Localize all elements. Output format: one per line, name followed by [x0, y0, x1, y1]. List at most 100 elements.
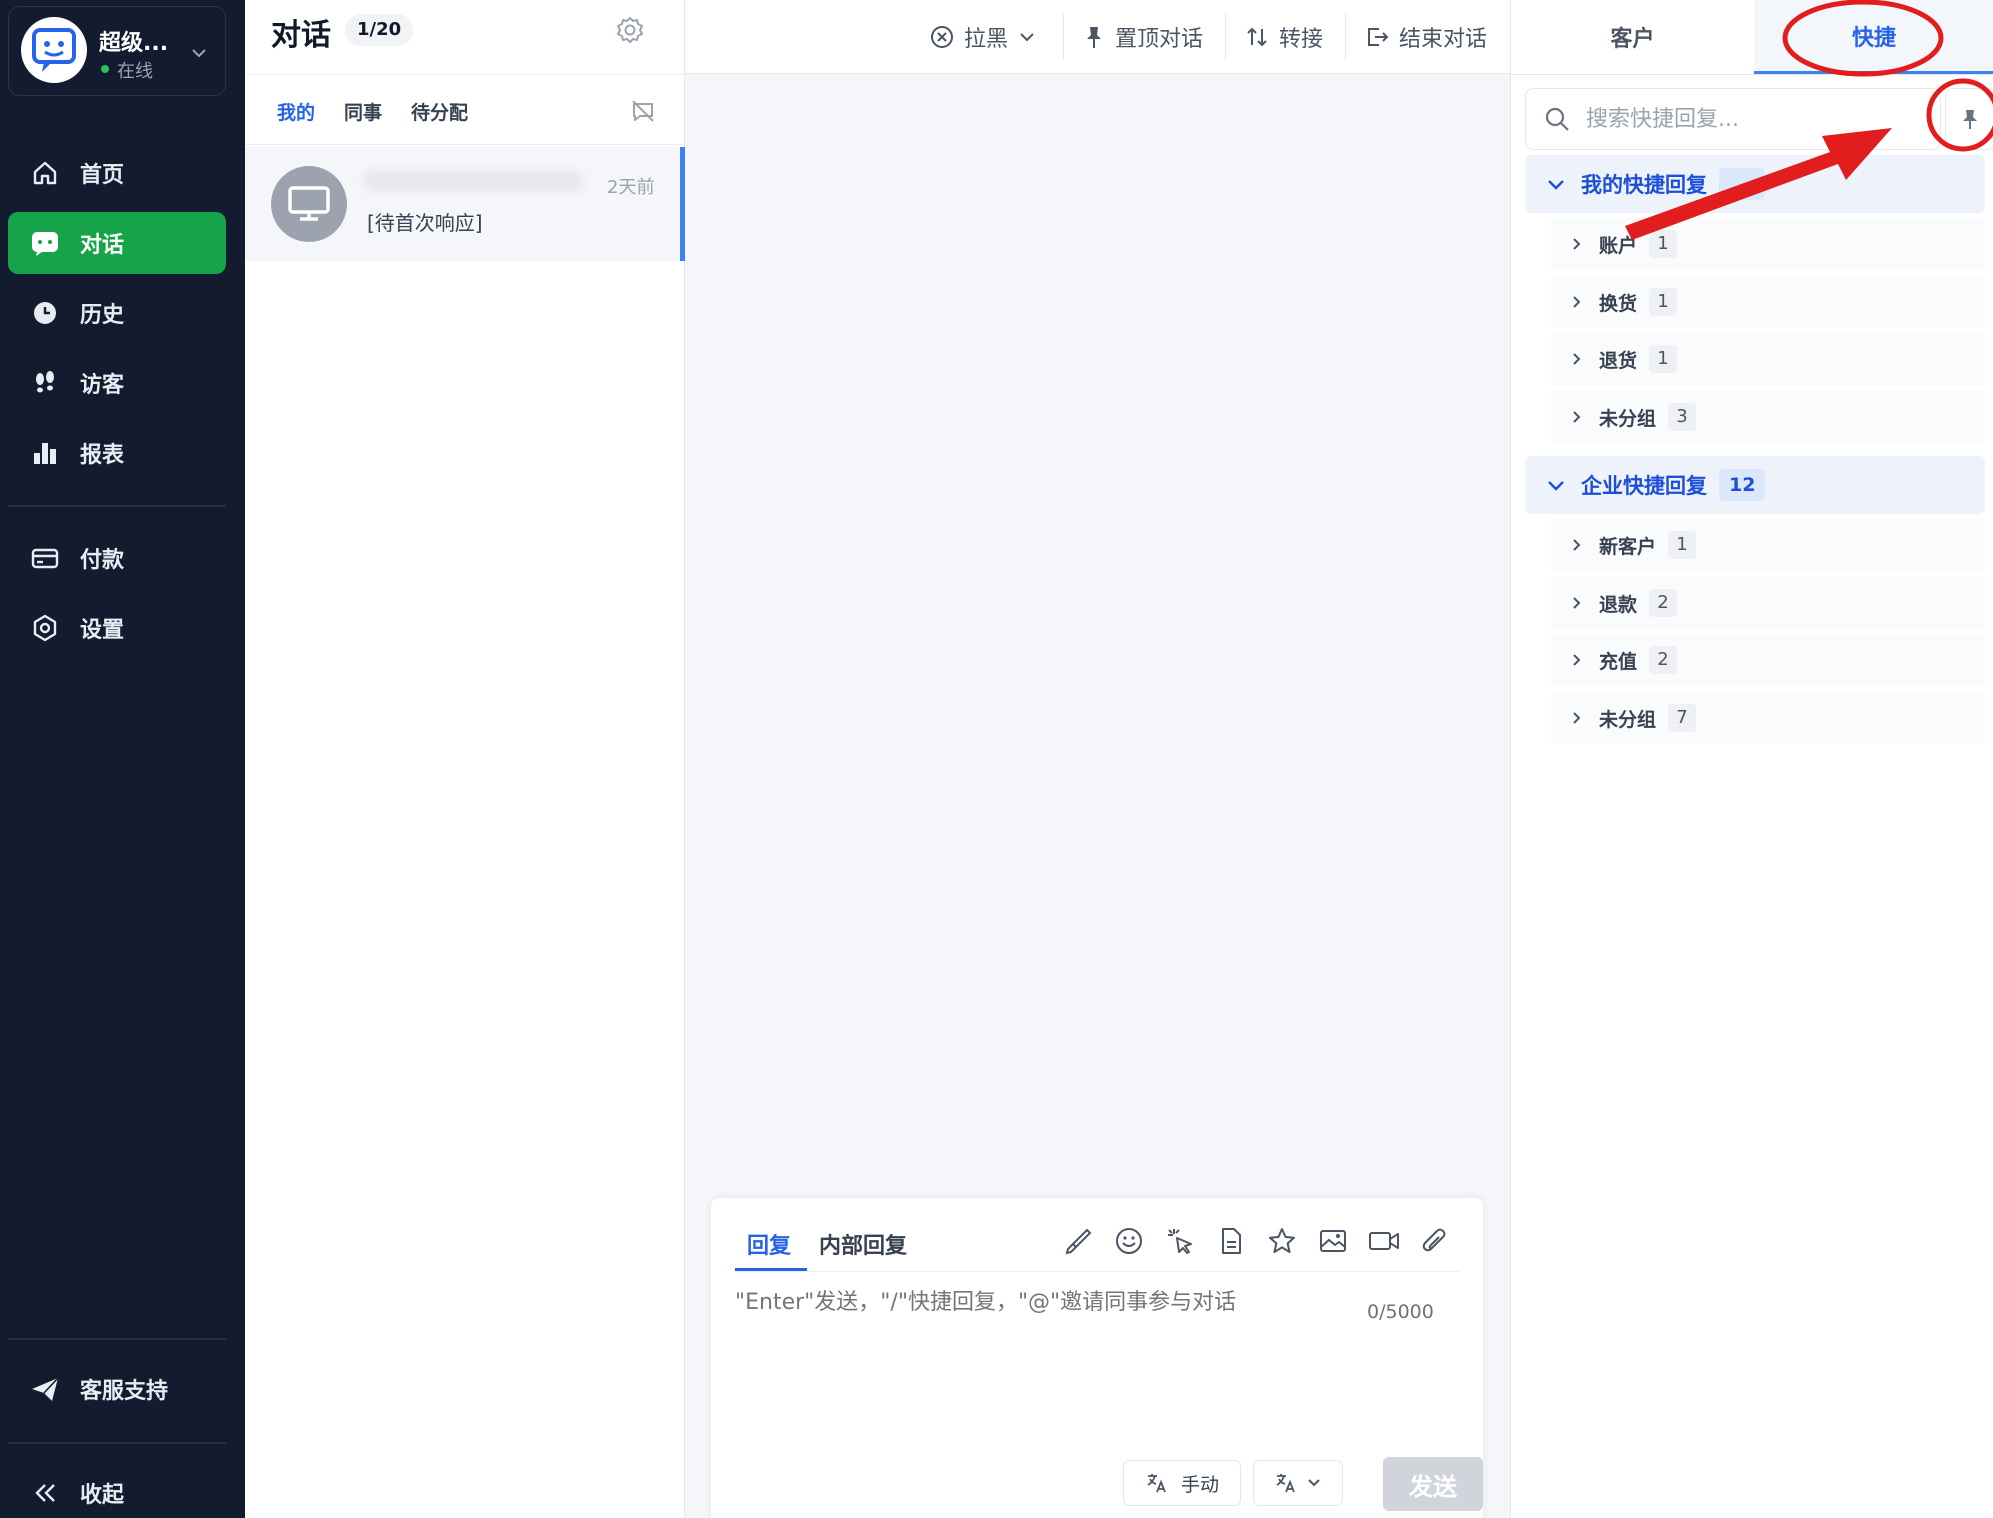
exit-icon — [1365, 25, 1389, 49]
chat-off-icon[interactable] — [630, 98, 656, 124]
nav-label: 对话 — [80, 233, 125, 258]
quick-reply-category[interactable]: 换货 1 — [1551, 276, 1985, 328]
tab-reply[interactable]: 回复 — [747, 1228, 791, 1260]
category-count: 1 — [1649, 230, 1678, 258]
nav-item-chat[interactable]: 对话 — [8, 212, 226, 274]
chevron-down-icon — [1308, 1479, 1320, 1487]
block-label: 拉黑 — [964, 27, 1009, 52]
nav-item-history[interactable]: 历史 — [8, 282, 226, 344]
settings-icon — [28, 611, 62, 645]
user-menu[interactable]: 超级... 在线 — [8, 6, 226, 96]
sidebar-divider — [8, 1338, 226, 1340]
pin-conversation-button[interactable]: 置顶对话 — [1083, 17, 1203, 57]
translate-language-select[interactable] — [1253, 1460, 1343, 1506]
category-label: 未分组 — [1599, 407, 1657, 430]
emoji-icon[interactable] — [1112, 1224, 1146, 1258]
conversation-list-item[interactable]: 2天前 [待首次响应] — [245, 147, 685, 261]
star-icon[interactable] — [1265, 1224, 1299, 1258]
transfer-label: 转接 — [1279, 27, 1324, 52]
chevron-right-icon — [1573, 411, 1581, 423]
end-conversation-button[interactable]: 结束对话 — [1365, 17, 1487, 57]
quick-reply-category[interactable]: 充值 2 — [1551, 634, 1985, 686]
quick-reply-category[interactable]: 未分组 7 — [1551, 692, 1985, 744]
quick-reply-category[interactable]: 退款 2 — [1551, 577, 1985, 629]
nav-label: 首页 — [80, 163, 125, 188]
nav-item-visitors[interactable]: 访客 — [8, 352, 226, 414]
quick-reply-category[interactable]: 新客户 1 — [1551, 519, 1985, 571]
manual-label: 手动 — [1180, 1473, 1219, 1496]
quick-reply-category[interactable]: 退货 1 — [1551, 333, 1985, 385]
tab-internal-reply[interactable]: 内部回复 — [819, 1228, 907, 1260]
quick-reply-category[interactable]: 账户 1 — [1551, 218, 1985, 270]
footprints-icon — [28, 366, 62, 400]
chevron-right-icon — [1573, 296, 1581, 308]
category-count: 1 — [1649, 288, 1678, 316]
divider — [1511, 74, 1993, 75]
sparkle-cursor-icon[interactable] — [1163, 1224, 1197, 1258]
send-button[interactable]: 发送 — [1383, 1457, 1483, 1511]
pin-panel-button[interactable] — [1945, 88, 1993, 150]
conversation-time: 2天前 — [607, 177, 655, 198]
reply-input[interactable] — [735, 1290, 1335, 1315]
nav-label: 收起 — [80, 1483, 125, 1508]
nav-item-home[interactable]: 首页 — [8, 142, 226, 204]
quick-reply-group-enterprise[interactable]: 企业快捷回复 12 — [1525, 456, 1985, 514]
quick-reply-group-mine[interactable]: 我的快捷回复 — [1525, 155, 1985, 213]
block-button[interactable]: 拉黑 — [930, 17, 1036, 57]
sidebar-divider — [8, 505, 226, 507]
quick-reply-search-input[interactable] — [1586, 106, 1906, 132]
transfer-button[interactable]: 转接 — [1245, 17, 1323, 57]
category-count: 1 — [1649, 345, 1678, 373]
tab-mine[interactable]: 我的 — [277, 98, 315, 125]
conversation-preview: [待首次响应] — [367, 211, 483, 235]
paperclip-icon[interactable] — [1418, 1224, 1452, 1258]
tab-colleagues[interactable]: 同事 — [344, 98, 382, 125]
group-count — [1719, 168, 1765, 200]
category-count: 7 — [1668, 704, 1697, 732]
conversation-count-badge: 1/20 — [345, 14, 414, 46]
home-icon — [28, 156, 62, 190]
document-icon[interactable] — [1214, 1224, 1248, 1258]
category-count: 3 — [1668, 403, 1697, 431]
nav-item-support[interactable]: 客服支持 — [8, 1358, 226, 1420]
category-label: 未分组 — [1599, 708, 1657, 731]
category-label: 换货 — [1599, 292, 1638, 315]
end-label: 结束对话 — [1399, 27, 1488, 52]
brush-icon[interactable] — [1061, 1224, 1095, 1258]
manual-translate-button[interactable]: 手动 — [1123, 1460, 1241, 1506]
double-chevron-left-icon — [28, 1476, 62, 1510]
nav-label: 设置 — [80, 618, 125, 643]
toolbar-divider — [1225, 14, 1226, 60]
chevron-right-icon — [1573, 238, 1581, 250]
divider — [245, 144, 685, 145]
quick-reply-category[interactable]: 未分组 3 — [1551, 391, 1985, 443]
toolbar-divider — [1063, 14, 1064, 60]
image-icon[interactable] — [1316, 1224, 1350, 1258]
nav-item-payment[interactable]: 付款 — [8, 527, 226, 589]
video-icon[interactable] — [1367, 1224, 1401, 1258]
category-count: 1 — [1668, 531, 1697, 559]
category-label: 退款 — [1599, 593, 1638, 616]
character-counter: 0/5000 — [1367, 1301, 1434, 1323]
nav-label: 报表 — [80, 443, 125, 468]
tab-quick-replies[interactable]: 快捷 — [1754, 0, 1993, 74]
chevron-right-icon — [1573, 597, 1581, 609]
sidebar-divider — [8, 1442, 226, 1444]
avatar — [21, 17, 87, 83]
bot-logo-icon — [32, 28, 76, 72]
user-status: 在线 — [117, 61, 153, 82]
nav-item-reports[interactable]: 报表 — [8, 422, 226, 484]
page-title: 对话 — [271, 18, 331, 53]
chevron-right-icon — [1573, 654, 1581, 666]
chevron-right-icon — [1573, 712, 1581, 724]
chevron-right-icon — [1573, 539, 1581, 551]
collapse-sidebar-button[interactable]: 收起 — [8, 1462, 226, 1518]
category-count: 2 — [1649, 589, 1678, 617]
history-icon — [28, 296, 62, 330]
tab-unassigned[interactable]: 待分配 — [411, 98, 468, 125]
nav-item-settings[interactable]: 设置 — [8, 597, 226, 659]
tab-customer[interactable]: 客户 — [1511, 0, 1754, 74]
desktop-icon — [288, 186, 330, 221]
group-label: 企业快捷回复 — [1581, 474, 1707, 498]
gear-icon[interactable] — [615, 15, 645, 45]
